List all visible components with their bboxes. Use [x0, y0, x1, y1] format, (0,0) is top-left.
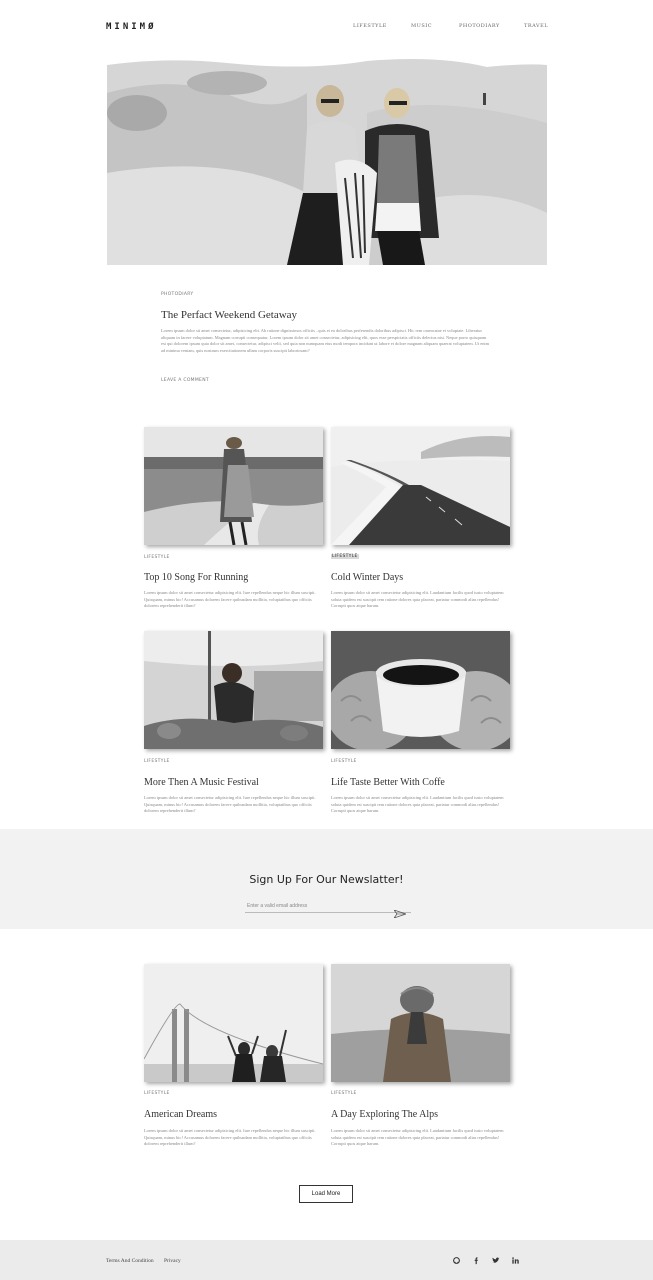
post-category[interactable]: LIFESTYLE [144, 1091, 170, 1096]
featured-category[interactable]: PHOTODIARY [161, 292, 193, 297]
footer [0, 1240, 653, 1280]
post-title[interactable]: A Day Exploring The Alps [331, 1109, 438, 1120]
twitter-icon[interactable] [491, 1256, 500, 1265]
linkedin-icon[interactable] [511, 1256, 520, 1265]
email-underline [245, 912, 411, 913]
post-category[interactable]: LIFESTYLE [144, 555, 170, 560]
post-title[interactable]: American Dreams [144, 1109, 217, 1120]
privacy-link[interactable]: Privacy [164, 1258, 181, 1264]
load-more-button[interactable]: Load More [299, 1185, 353, 1203]
post-title[interactable]: Cold Winter Days [331, 572, 403, 583]
post-excerpt: Lorem ipsum dolor sit amet consectetur a… [144, 590, 316, 608]
terms-link[interactable]: Terms And Condition [106, 1258, 154, 1264]
nav-travel[interactable]: TRAVEL [524, 23, 548, 29]
post-image-running[interactable] [144, 427, 323, 545]
email-input[interactable] [247, 901, 392, 910]
nav-music[interactable]: MUSIC [411, 23, 432, 29]
post-excerpt: Lorem ipsum dolor sit amet consectetur a… [331, 590, 504, 608]
post-excerpt: Lorem ipsum dolor sit amet consectetur a… [144, 795, 316, 813]
hero-image[interactable] [107, 53, 547, 265]
post-image-american-dreams[interactable] [144, 964, 323, 1082]
github-icon[interactable] [452, 1256, 461, 1265]
post-image-alps[interactable] [331, 964, 510, 1082]
post-category[interactable]: LIFESTYLE [144, 759, 170, 764]
post-image-coffee[interactable] [331, 631, 510, 749]
nav-lifestyle[interactable]: LIFESTYLE [353, 23, 387, 29]
post-title[interactable]: More Then A Music Festival [144, 777, 259, 788]
post-category[interactable]: LIFESTYLE [331, 1091, 357, 1096]
leave-comment-link[interactable]: LEAVE A COMMENT [161, 378, 209, 383]
site-logo[interactable]: MINIMØ [106, 22, 157, 32]
post-image-winter[interactable] [331, 427, 510, 545]
post-title[interactable]: Top 10 Song For Running [144, 572, 248, 583]
post-excerpt: Lorem ipsum dolor sit amet consectetur a… [144, 1128, 316, 1146]
facebook-icon[interactable] [472, 1256, 481, 1265]
post-category[interactable]: LIFESTYLE [331, 759, 357, 764]
featured-title[interactable]: The Perfact Weekend Getaway [161, 309, 297, 321]
post-category[interactable]: LIFESTYLE [331, 554, 359, 559]
nav-photodiary[interactable]: PHOTODIARY [459, 23, 500, 29]
post-excerpt: Lorem ipsum dolor sit amet consectetur a… [331, 795, 504, 813]
post-excerpt: Lorem ipsum dolor sit amet consectetur a… [331, 1128, 504, 1146]
featured-excerpt: Lorem ipsum dolor sit amet consectetur, … [161, 328, 490, 353]
post-image-festival[interactable] [144, 631, 323, 749]
paper-plane-icon[interactable] [392, 903, 408, 919]
newsletter-title: Sign Up For Our Newslatter! [249, 873, 404, 886]
post-title[interactable]: Life Taste Better With Coffe [331, 777, 445, 788]
